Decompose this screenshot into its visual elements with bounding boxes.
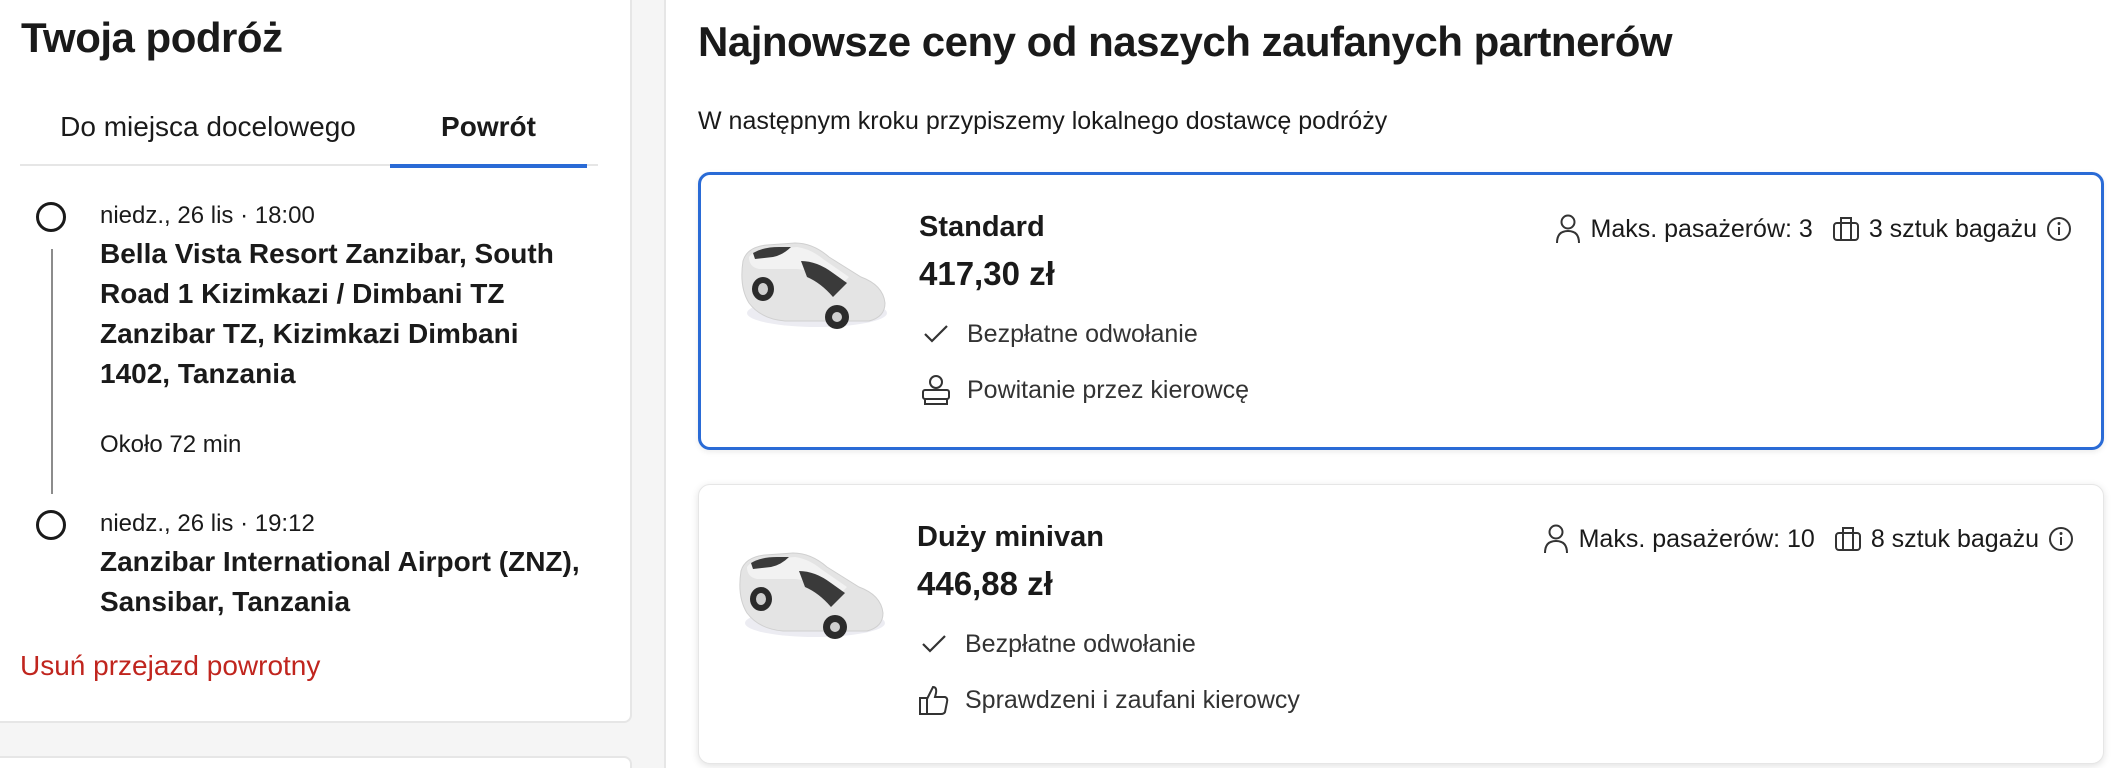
info-icon[interactable] [2047, 525, 2075, 553]
trip-duration: Około 72 min [100, 431, 242, 458]
trip-panel: Twoja podróż Do miejsca docelowego Powró… [0, 0, 632, 723]
vehicle-specs: Maks. pasażerów: 3 3 sztuk bagażu [1553, 211, 2074, 247]
info-icon[interactable] [2045, 215, 2073, 243]
vehicle-price: 417,30 zł [919, 255, 1055, 292]
feature-label: Sprawdzeni i zaufani kierowcy [965, 685, 1300, 714]
vehicle-price: 446,88 zł [917, 565, 1053, 602]
vehicle-card-standard[interactable]: Standard 417,30 zł Bezpłatne odwołanie P… [698, 172, 2104, 450]
check-icon [919, 317, 953, 351]
feature-free-cancellation: Bezpłatne odwołanie [917, 627, 1196, 661]
luggage-icon [1831, 213, 1861, 245]
trip-tabs: Do miejsca docelowego Powrót [20, 104, 598, 168]
vehicle-name: Duży minivan [917, 521, 1104, 553]
feature-label: Bezpłatne odwołanie [965, 629, 1196, 658]
feature-label: Powitanie przez kierowcę [967, 375, 1250, 404]
offers-subtitle: W następnym kroku przypiszemy lokalnego … [698, 107, 1388, 135]
vehicle-name: Standard [919, 211, 1045, 243]
tab-return[interactable]: Powrót [390, 104, 587, 168]
luggage-capacity: 8 sztuk bagażu [1870, 524, 2039, 553]
thumbs-up-icon [917, 683, 951, 717]
dropoff-time: niedz., 26 lis · 19:12 [100, 510, 315, 537]
passenger-icon [1553, 213, 1583, 245]
remove-return-link[interactable]: Usuń przejazd powrotny [20, 650, 320, 682]
page: Twoja podróż Do miejsca docelowego Powró… [0, 0, 2124, 768]
trip-title: Twoja podróż [21, 14, 283, 61]
vehicle-specs: Maks. pasażerów: 10 8 sztuk bagażu [1541, 521, 2075, 557]
passenger-capacity: Maks. pasażerów: 10 [1578, 524, 1815, 553]
car-icon [741, 242, 887, 329]
vehicle-card-minivan[interactable]: Duży minivan 446,88 zł Bezpłatne odwołan… [698, 484, 2104, 764]
luggage-capacity: 3 sztuk bagażu [1868, 214, 2037, 243]
active-tab-underline [390, 164, 587, 168]
luggage-icon [1833, 523, 1863, 555]
tab-return-label: Powrót [441, 111, 536, 142]
tab-outbound[interactable]: Do miejsca docelowego [52, 104, 364, 166]
next-panel [0, 756, 632, 768]
pickup-circle-icon [36, 202, 66, 232]
feature-trusted-drivers: Sprawdzeni i zaufani kierowcy [917, 683, 1300, 717]
feature-label: Bezpłatne odwołanie [967, 319, 1198, 348]
feature-free-cancellation: Bezpłatne odwołanie [919, 317, 1198, 351]
check-icon [917, 627, 951, 661]
section-divider [664, 0, 666, 768]
timeline-line [51, 249, 53, 494]
offers-title: Najnowsze ceny od naszych zaufanych part… [698, 18, 1673, 65]
car-icon [739, 552, 885, 639]
passenger-capacity: Maks. pasażerów: 3 [1590, 214, 1813, 243]
passenger-icon [1541, 523, 1571, 555]
dropoff-circle-icon [36, 510, 66, 540]
pickup-location: Bella Vista Resort Zanzibar, South Road … [100, 238, 554, 389]
driver-greeting-icon [919, 373, 953, 407]
dropoff-location: Zanzibar International Airport (ZNZ), Sa… [100, 546, 580, 617]
feature-driver-greeting: Powitanie przez kierowcę [919, 373, 1249, 407]
pickup-time: niedz., 26 lis · 18:00 [100, 202, 315, 229]
